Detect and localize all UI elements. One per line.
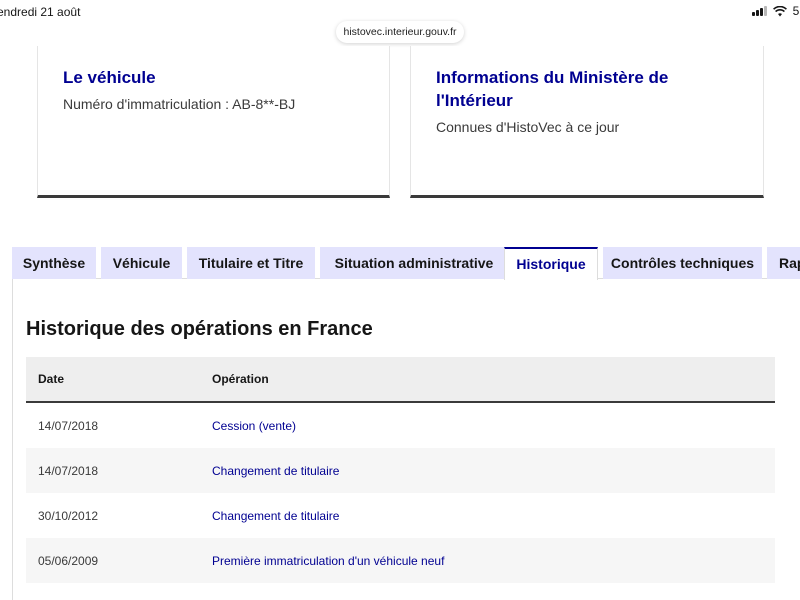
tab-controles-techniques[interactable]: Contrôles techniques — [603, 247, 762, 279]
ministry-card: Informations du Ministère de l'Intérieur… — [410, 46, 764, 198]
address-bar[interactable]: histovec.interieur.gouv.fr — [336, 21, 464, 43]
history-table: Date Opération 14/07/2018 Cession (vente… — [26, 357, 775, 583]
tab-rapport[interactable]: Rap — [767, 247, 800, 279]
row-operation: Cession (vente) — [212, 418, 297, 433]
row-date: 14/07/2018 — [38, 418, 99, 433]
column-header-date: Date — [38, 372, 65, 386]
row-operation: Changement de titulaire — [212, 463, 340, 478]
row-date: 05/06/2009 — [38, 553, 99, 568]
history-title: Historique des opérations en France — [26, 318, 373, 340]
vehicle-card: Le véhicule Numéro d'immatriculation : A… — [37, 46, 390, 198]
row-date: 30/10/2012 — [38, 508, 99, 523]
table-header: Date Opération — [26, 357, 775, 403]
vehicle-card-title: Le véhicule — [63, 68, 156, 87]
column-header-operation: Opération — [212, 372, 269, 386]
row-operation: Changement de titulaire — [212, 508, 340, 523]
tab-historique[interactable]: Historique — [504, 247, 598, 280]
cellular-signal-icon — [751, 6, 767, 16]
ministry-card-title: Informations du Ministère de l'Intérieur — [436, 68, 669, 110]
table-row: 30/10/2012 Changement de titulaire — [26, 493, 775, 538]
wifi-icon — [772, 5, 787, 16]
status-date: endredi 21 août — [0, 5, 81, 19]
tab-situation-administrative[interactable]: Situation administrative — [320, 247, 508, 279]
ministry-card-description: Connues d'HistoVec à ce jour — [436, 119, 620, 135]
tab-vehicule[interactable]: Véhicule — [101, 247, 182, 279]
battery-level: 56 — [792, 4, 800, 18]
row-operation: Première immatriculation d'un véhicule n… — [212, 553, 445, 568]
table-row: 14/07/2018 Changement de titulaire — [26, 448, 775, 493]
status-indicators: 56 — [751, 4, 800, 18]
registration-number: Numéro d'immatriculation : AB-8**-BJ — [63, 96, 296, 112]
tab-titulaire-et-titre[interactable]: Titulaire et Titre — [187, 247, 315, 279]
table-row: 14/07/2018 Cession (vente) — [26, 403, 775, 448]
tab-synthese[interactable]: Synthèse — [12, 247, 96, 279]
table-row: 05/06/2009 Première immatriculation d'un… — [26, 538, 775, 583]
row-date: 14/07/2018 — [38, 463, 99, 478]
